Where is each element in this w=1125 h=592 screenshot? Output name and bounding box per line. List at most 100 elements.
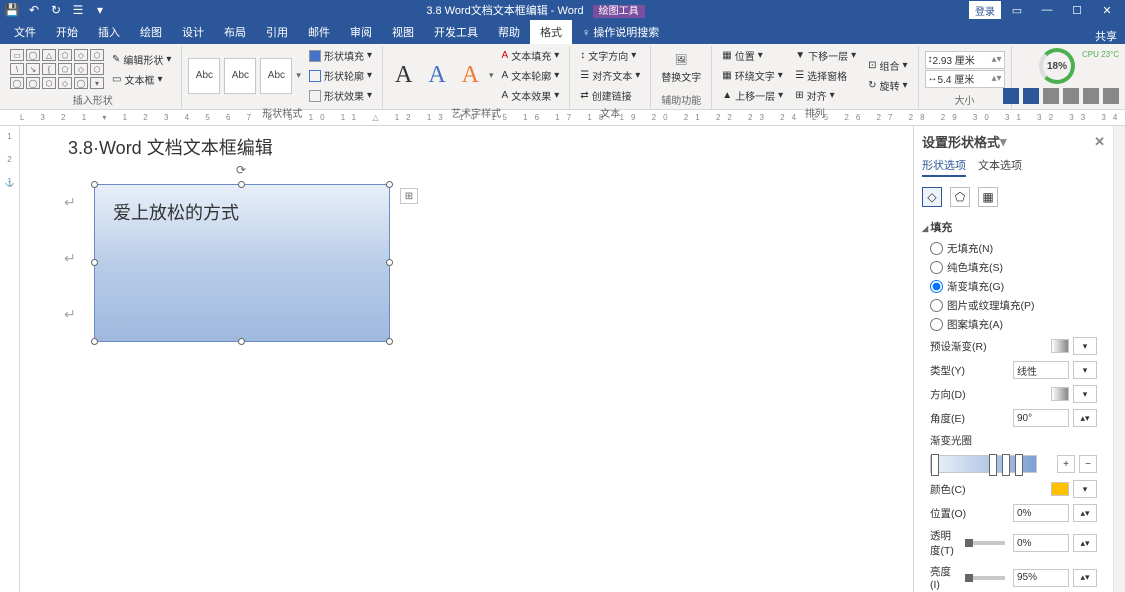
tab-developer[interactable]: 开发工具 bbox=[424, 20, 488, 44]
share-button[interactable]: 共享 bbox=[1095, 28, 1117, 44]
pane-close-icon[interactable]: ✕ bbox=[1094, 134, 1105, 150]
radio-picture-fill[interactable]: 图片或纹理填充(P) bbox=[920, 296, 1107, 315]
tab-help[interactable]: 帮助 bbox=[488, 20, 530, 44]
resize-handle[interactable] bbox=[91, 181, 98, 188]
tab-file[interactable]: 文件 bbox=[4, 20, 46, 44]
radio-gradient-fill[interactable]: 渐变填充(G) bbox=[920, 277, 1107, 296]
overlay-btn-6[interactable] bbox=[1103, 88, 1119, 104]
tab-design[interactable]: 设计 bbox=[172, 20, 214, 44]
effects-icon[interactable]: ⬠ bbox=[950, 187, 970, 207]
alt-text-button[interactable]: 🖼替换文字 bbox=[657, 53, 705, 86]
preset-gradient-dropdown[interactable] bbox=[1051, 339, 1069, 353]
section-fill[interactable]: 填充 bbox=[920, 215, 1107, 239]
group-button[interactable]: ⊡ 组合 ▾ bbox=[864, 56, 911, 75]
ribbon-display-icon[interactable]: ▭ bbox=[1003, 1, 1031, 19]
resize-handle[interactable] bbox=[91, 338, 98, 345]
overlay-btn-5[interactable] bbox=[1083, 88, 1099, 104]
login-button[interactable]: 登录 bbox=[969, 1, 1001, 19]
tab-view[interactable]: 视图 bbox=[382, 20, 424, 44]
tab-layout[interactable]: 布局 bbox=[214, 20, 256, 44]
minimize-icon[interactable]: — bbox=[1033, 1, 1061, 19]
shape-outline-button[interactable]: 形状轮廓 ▾ bbox=[305, 66, 376, 85]
wordart-preset-1[interactable]: A bbox=[389, 62, 418, 89]
resize-handle[interactable] bbox=[238, 181, 245, 188]
radio-solid-fill[interactable]: 纯色填充(S) bbox=[920, 258, 1107, 277]
overlay-btn-3[interactable] bbox=[1043, 88, 1059, 104]
save-icon[interactable]: 💾 bbox=[4, 2, 20, 18]
width-input[interactable]: ↔ 5.4 厘米▴▾ bbox=[925, 70, 1005, 88]
resize-handle[interactable] bbox=[91, 259, 98, 266]
tab-insert[interactable]: 插入 bbox=[88, 20, 130, 44]
redo-icon[interactable]: ↻ bbox=[48, 2, 64, 18]
position-button[interactable]: ▦ 位置 ▾ bbox=[718, 46, 787, 65]
document-canvas[interactable]: 3.8·Word 文档文本框编辑 ↵ ↵ ↵ ⟳ 爱上放松的方式 ⊞ bbox=[20, 126, 913, 592]
qat-dropdown-icon[interactable]: ▾ bbox=[92, 2, 108, 18]
resize-handle[interactable] bbox=[238, 338, 245, 345]
wrap-text-button[interactable]: ▦ 环绕文字 ▾ bbox=[718, 66, 787, 85]
fill-line-icon[interactable]: ◇ bbox=[922, 187, 942, 207]
tab-review[interactable]: 审阅 bbox=[340, 20, 382, 44]
add-gradient-stop-icon[interactable]: + bbox=[1057, 455, 1075, 473]
text-fill-button[interactable]: A文本填充 ▾ bbox=[498, 46, 564, 65]
selected-text-box[interactable]: ⟳ 爱上放松的方式 bbox=[94, 184, 390, 342]
shape-effects-button[interactable]: 形状效果 ▾ bbox=[305, 86, 376, 105]
shape-fill-button[interactable]: 形状填充 ▾ bbox=[305, 46, 376, 65]
close-icon[interactable]: ✕ bbox=[1093, 1, 1121, 19]
tab-home[interactable]: 开始 bbox=[46, 20, 88, 44]
angle-input[interactable]: 90° bbox=[1013, 409, 1069, 427]
resize-handle[interactable] bbox=[386, 338, 393, 345]
resize-handle[interactable] bbox=[386, 181, 393, 188]
bring-forward-button[interactable]: ▲ 上移一层 ▾ bbox=[718, 86, 787, 105]
remove-gradient-stop-icon[interactable]: − bbox=[1079, 455, 1097, 473]
edit-shape-button[interactable]: ✎ 编辑形状 ▾ bbox=[108, 50, 175, 69]
pane-tab-shape-options[interactable]: 形状选项 bbox=[922, 157, 966, 177]
align-text-button[interactable]: ☰ 对齐文本 ▾ bbox=[576, 66, 644, 85]
create-link-button[interactable]: ⇄ 创建链接 bbox=[576, 86, 644, 105]
brightness-slider[interactable] bbox=[965, 576, 1005, 580]
tab-format[interactable]: 格式 bbox=[530, 20, 572, 44]
touch-mode-icon[interactable]: ☰ bbox=[70, 2, 86, 18]
layout-options-icon[interactable]: ⊞ bbox=[400, 188, 418, 204]
tab-mailings[interactable]: 邮件 bbox=[298, 20, 340, 44]
tab-references[interactable]: 引用 bbox=[256, 20, 298, 44]
tell-me-search[interactable]: ♀ 操作说明搜索 bbox=[572, 20, 669, 44]
maximize-icon[interactable]: ☐ bbox=[1063, 1, 1091, 19]
wordart-more-icon[interactable]: ▾ bbox=[489, 70, 494, 81]
pane-menu-icon[interactable]: ▾ bbox=[1000, 134, 1007, 150]
overlay-btn-1[interactable] bbox=[1003, 88, 1019, 104]
shape-styles-more-icon[interactable]: ▾ bbox=[296, 70, 301, 81]
align-button[interactable]: ⊞ 对齐 ▾ bbox=[791, 86, 860, 105]
text-box-button[interactable]: ▭ 文本框 ▾ bbox=[108, 70, 175, 89]
text-outline-button[interactable]: A文本轮廓 ▾ bbox=[498, 66, 564, 85]
pane-scrollbar[interactable] bbox=[1113, 126, 1125, 592]
shape-style-preset-1[interactable]: Abc bbox=[188, 58, 220, 94]
direction-dropdown[interactable] bbox=[1051, 387, 1069, 401]
type-dropdown[interactable]: 线性 bbox=[1013, 361, 1069, 379]
transparency-slider[interactable] bbox=[965, 541, 1005, 545]
selection-pane-button[interactable]: ☰ 选择窗格 bbox=[791, 66, 860, 85]
radio-no-fill[interactable]: 无填充(N) bbox=[920, 239, 1107, 258]
pane-tab-text-options[interactable]: 文本选项 bbox=[978, 157, 1022, 177]
layout-properties-icon[interactable]: ▦ bbox=[978, 187, 998, 207]
shape-style-preset-3[interactable]: Abc bbox=[260, 58, 292, 94]
position-input[interactable]: 0% bbox=[1013, 504, 1069, 522]
radio-pattern-fill[interactable]: 图案填充(A) bbox=[920, 315, 1107, 334]
tab-draw[interactable]: 绘图 bbox=[130, 20, 172, 44]
transparency-input[interactable]: 0% bbox=[1013, 534, 1069, 552]
overlay-btn-4[interactable] bbox=[1063, 88, 1079, 104]
text-direction-button[interactable]: ↕ 文字方向 ▾ bbox=[576, 46, 644, 65]
send-backward-button[interactable]: ▼ 下移一层 ▾ bbox=[791, 46, 860, 65]
undo-icon[interactable]: ↶ bbox=[26, 2, 42, 18]
height-input[interactable]: ↕ 2.93 厘米▴▾ bbox=[925, 51, 1005, 69]
shapes-gallery[interactable]: ▭◯△⬠◇⬡ \↘{⬠◇⬡ ◯◯⬡◇◯▾ bbox=[10, 49, 104, 89]
overlay-btn-2[interactable] bbox=[1023, 88, 1039, 104]
rotation-handle-icon[interactable]: ⟳ bbox=[236, 163, 246, 177]
wordart-preset-3[interactable]: A bbox=[456, 62, 485, 89]
text-effects-button[interactable]: A文本效果 ▾ bbox=[498, 86, 564, 105]
wordart-preset-2[interactable]: A bbox=[422, 62, 451, 89]
color-picker[interactable] bbox=[1051, 482, 1069, 496]
rotate-button[interactable]: ↻ 旋转 ▾ bbox=[864, 76, 911, 95]
gradient-stops-bar[interactable] bbox=[930, 455, 1037, 473]
shape-style-preset-2[interactable]: Abc bbox=[224, 58, 256, 94]
resize-handle[interactable] bbox=[386, 259, 393, 266]
